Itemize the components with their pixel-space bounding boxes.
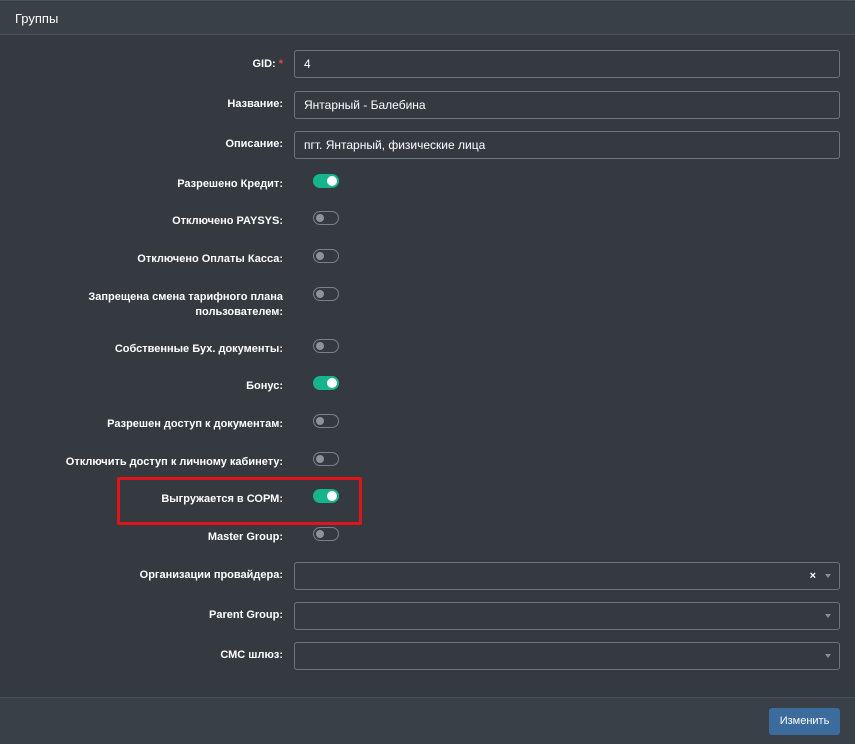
parent-group-select[interactable] bbox=[294, 602, 840, 630]
bonus-label: Бонус: bbox=[246, 380, 283, 392]
sms-gateway-label: СМС шлюз: bbox=[220, 649, 283, 661]
toggle-knob bbox=[316, 455, 324, 463]
groups-card: Группы GID: * 4 Название: Янтарный - Бале… bbox=[0, 0, 855, 744]
provider-orgs-label: Организации провайдера: bbox=[139, 569, 283, 581]
toggle-knob bbox=[316, 417, 324, 425]
paysys-disabled-label: Отключено PAYSYS: bbox=[172, 215, 283, 227]
gid-label: GID: * bbox=[252, 58, 283, 70]
toggle-knob bbox=[316, 530, 324, 538]
paysys-disabled-toggle[interactable] bbox=[313, 211, 339, 225]
highlight-box bbox=[117, 477, 362, 525]
gid-input[interactable]: 4 bbox=[294, 50, 840, 78]
cash-disabled-label: Отключено Оплаты Касса: bbox=[137, 253, 283, 265]
bonus-toggle[interactable] bbox=[313, 376, 339, 390]
submit-button[interactable]: Изменить bbox=[769, 708, 840, 735]
own-docs-label: Собственные Бух. документы: bbox=[114, 343, 283, 355]
name-input[interactable]: Янтарный - Балебина bbox=[294, 91, 840, 119]
parent-group-label: Parent Group: bbox=[209, 609, 283, 621]
description-label: Описание: bbox=[225, 138, 283, 150]
chevron-down-icon bbox=[825, 654, 831, 658]
tariff-change-label: Запрещена смена тарифного плана пользова… bbox=[88, 291, 283, 318]
cabinet-disabled-toggle[interactable] bbox=[313, 452, 339, 466]
toggle-knob bbox=[316, 290, 324, 298]
master-group-toggle[interactable] bbox=[313, 527, 339, 541]
provider-orgs-select[interactable]: × bbox=[294, 562, 840, 590]
own-docs-toggle[interactable] bbox=[313, 339, 339, 353]
required-mark: * bbox=[278, 58, 283, 70]
credit-allowed-toggle[interactable] bbox=[313, 174, 339, 188]
toggle-knob bbox=[327, 378, 337, 388]
page-title: Группы bbox=[15, 11, 59, 26]
tariff-change-toggle[interactable] bbox=[313, 287, 339, 301]
name-label: Название: bbox=[227, 98, 283, 110]
card-footer: Изменить bbox=[0, 697, 855, 744]
docs-access-toggle[interactable] bbox=[313, 414, 339, 428]
cash-disabled-toggle[interactable] bbox=[313, 249, 339, 263]
card-header: Группы bbox=[0, 2, 855, 35]
toggle-knob bbox=[316, 342, 324, 350]
cabinet-disabled-label: Отключить доступ к личному кабинету: bbox=[65, 456, 283, 468]
sms-gateway-select[interactable] bbox=[294, 642, 840, 670]
chevron-down-icon bbox=[825, 574, 831, 578]
master-group-label: Master Group: bbox=[207, 531, 283, 543]
toggle-knob bbox=[316, 214, 324, 222]
clear-icon[interactable]: × bbox=[810, 563, 816, 589]
chevron-down-icon bbox=[825, 614, 831, 618]
description-input[interactable]: пгт. Янтарный, физические лица bbox=[294, 131, 840, 159]
docs-access-label: Разрешен доступ к документам: bbox=[107, 418, 283, 430]
toggle-knob bbox=[316, 252, 324, 260]
credit-allowed-label: Разрешено Кредит: bbox=[177, 178, 283, 190]
toggle-knob bbox=[327, 176, 337, 186]
